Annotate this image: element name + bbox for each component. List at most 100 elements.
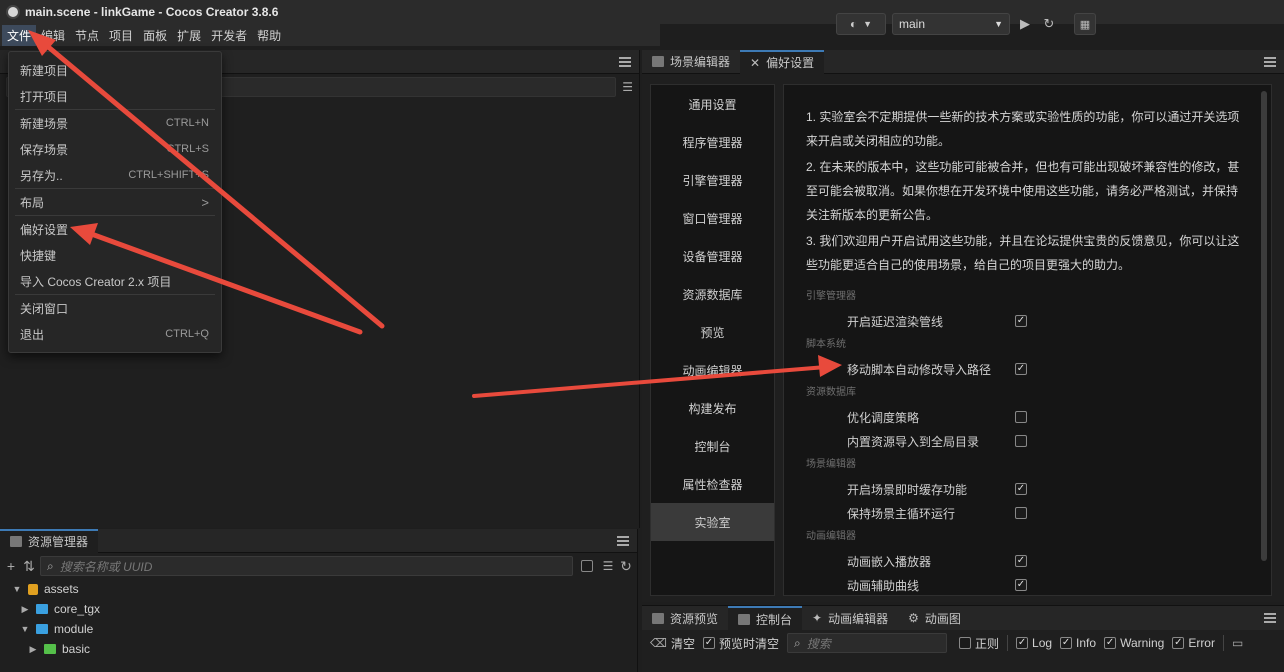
tab-animation-graph[interactable]: ⚙ 动画图 xyxy=(898,606,971,630)
log-checkbox[interactable]: ✓ xyxy=(1016,637,1029,649)
chevron-down-icon[interactable]: ▼ xyxy=(20,624,30,634)
option-builtin-global-import: 内置资源导入到全局目录 xyxy=(806,429,1249,453)
log-filter[interactable]: ✓ Log xyxy=(1016,636,1052,650)
menu-item-label: 导入 Cocos Creator 2.x 项目 xyxy=(20,274,172,289)
scrollbar[interactable] xyxy=(1261,91,1267,561)
nav-laboratory[interactable]: 实验室 xyxy=(651,503,774,541)
option-auto-fix-import-path: 移动脚本自动修改导入路径 ✓ xyxy=(806,357,1249,381)
auxiliary-curve-checkbox[interactable]: ✓ xyxy=(1015,579,1027,591)
play-icon[interactable]: ▶ xyxy=(1016,13,1034,35)
panel-menu-icon[interactable] xyxy=(1264,613,1276,623)
regex-checkbox[interactable] xyxy=(959,637,971,649)
nav-engine-manager[interactable]: 引擎管理器 xyxy=(651,161,774,199)
menu-new-project[interactable]: 新建项目 xyxy=(9,57,221,83)
filter-checkbox[interactable] xyxy=(581,560,593,572)
lab-note-2: 2. 在未来的版本中，这些功能可能被合并，但也有可能出现破坏兼容性的修改，甚至可… xyxy=(806,160,1240,222)
menu-quit[interactable]: 退出 CTRL+Q xyxy=(9,321,221,347)
menu-close-window[interactable]: 关闭窗口 xyxy=(9,295,221,321)
info-checkbox[interactable]: ✓ xyxy=(1060,637,1073,649)
filter-label: Log xyxy=(1032,636,1053,650)
sort-icon[interactable]: ⇅ xyxy=(22,558,36,575)
tab-assets[interactable]: 资源管理器 xyxy=(0,528,99,553)
nav-asset-db[interactable]: 资源数据库 xyxy=(651,275,774,313)
menu-edit[interactable]: 编辑 xyxy=(36,25,70,46)
console-search-input[interactable]: ⌕ 搜索 xyxy=(787,633,947,653)
tab-console[interactable]: 控制台 xyxy=(728,606,803,630)
nav-console[interactable]: 控制台 xyxy=(651,427,774,465)
option-auxiliary-curve: 动画辅助曲线 ✓ xyxy=(806,573,1249,595)
menu-file[interactable]: 文件 xyxy=(2,24,37,46)
embedded-player-checkbox[interactable]: ✓ xyxy=(1015,555,1027,567)
regex-toggle[interactable]: 正则 xyxy=(959,635,999,652)
tree-item-basic[interactable]: ▶ basic xyxy=(12,639,637,659)
warning-filter[interactable]: ✓ Warning xyxy=(1104,636,1164,650)
collapse-icon[interactable]: ☰ xyxy=(601,559,615,573)
nav-inspector[interactable]: 属性检查器 xyxy=(651,465,774,503)
panel-menu-icon[interactable] xyxy=(619,56,631,67)
panel-menu-icon[interactable] xyxy=(617,535,629,546)
refresh-icon[interactable]: ↻ xyxy=(619,558,633,575)
tab-scene-editor[interactable]: 场景编辑器 xyxy=(642,50,740,74)
nav-program-manager[interactable]: 程序管理器 xyxy=(651,123,774,161)
refresh-icon[interactable]: ↻ xyxy=(1040,13,1058,35)
preview-clear-checkbox[interactable]: ✓ xyxy=(702,637,715,649)
submenu-chevron-icon: > xyxy=(201,194,209,210)
optimize-scheduling-checkbox[interactable] xyxy=(1015,411,1027,423)
copy-icon[interactable]: ▭ xyxy=(1232,636,1243,650)
toggle-label: 正则 xyxy=(975,636,1000,651)
tab-preferences[interactable]: ✕ 偏好设置 xyxy=(740,49,825,74)
qrcode-icon[interactable]: ▦ xyxy=(1074,13,1096,35)
menu-save-as[interactable]: 另存为.. CTRL+SHIFT+S xyxy=(9,162,221,188)
menu-node[interactable]: 节点 xyxy=(70,25,104,46)
info-filter[interactable]: ✓ Info xyxy=(1060,636,1096,650)
menu-import-2x[interactable]: 导入 Cocos Creator 2.x 项目 xyxy=(9,268,221,294)
menu-help[interactable]: 帮助 xyxy=(252,25,286,46)
menu-developer[interactable]: 开发者 xyxy=(206,25,252,46)
tab-asset-preview[interactable]: 资源预览 xyxy=(642,606,728,630)
nav-window-manager[interactable]: 窗口管理器 xyxy=(651,199,774,237)
scene-select[interactable]: main ▼ xyxy=(892,13,1010,35)
scene-instant-cache-checkbox[interactable]: ✓ xyxy=(1015,483,1027,495)
right-tabbar: 场景编辑器 ✕ 偏好设置 xyxy=(642,49,1284,74)
assets-panel: 资源管理器 + ⇅ ⌕ 搜索名称或 UUID ☰ ↻ ▼ assets ▶ co… xyxy=(0,528,638,672)
tree-item-module[interactable]: ▼ module xyxy=(12,619,637,639)
error-checkbox[interactable]: ✓ xyxy=(1172,637,1185,649)
nav-animation-editor[interactable]: 动画编辑器 xyxy=(651,351,774,389)
tab-label: 资源预览 xyxy=(670,611,719,626)
add-icon[interactable]: + xyxy=(4,558,18,574)
preview-clear-toggle[interactable]: ✓ 预览时清空 xyxy=(702,635,779,652)
menu-preferences[interactable]: 偏好设置 xyxy=(9,216,221,242)
nav-build[interactable]: 构建发布 xyxy=(651,389,774,427)
deferred-pipeline-checkbox[interactable]: ✓ xyxy=(1015,315,1027,327)
menu-save-scene[interactable]: 保存场景 CTRL+S xyxy=(9,136,221,162)
chevron-down-icon[interactable]: ▼ xyxy=(12,584,22,594)
builtin-global-import-checkbox[interactable] xyxy=(1015,435,1027,447)
nav-preview[interactable]: 预览 xyxy=(651,313,774,351)
error-filter[interactable]: ✓ Error xyxy=(1172,636,1215,650)
menu-new-scene[interactable]: 新建场景 CTRL+N xyxy=(9,110,221,136)
tree-item-assets[interactable]: ▼ assets xyxy=(12,579,637,599)
menu-panel[interactable]: 面板 xyxy=(138,25,172,46)
menu-item-label: 偏好设置 xyxy=(20,222,69,237)
menu-extension[interactable]: 扩展 xyxy=(172,25,206,46)
platform-select[interactable]: ◐ ▼ xyxy=(836,13,886,35)
tab-animation-editor[interactable]: ✦ 动画编辑器 xyxy=(802,606,898,630)
menu-project[interactable]: 项目 xyxy=(104,25,138,46)
menu-shortcuts[interactable]: 快捷键 xyxy=(9,242,221,268)
menu-layout[interactable]: 布局 > xyxy=(9,189,221,215)
nav-general[interactable]: 通用设置 xyxy=(651,85,774,123)
menu-open-project[interactable]: 打开项目 xyxy=(9,83,221,109)
warning-checkbox[interactable]: ✓ xyxy=(1104,637,1117,649)
nav-device-manager[interactable]: 设备管理器 xyxy=(651,237,774,275)
keep-main-loop-checkbox[interactable] xyxy=(1015,507,1027,519)
chevron-right-icon[interactable]: ▶ xyxy=(20,604,30,615)
panel-menu-icon[interactable] xyxy=(1264,56,1276,67)
clear-button[interactable]: ⌫ 清空 xyxy=(650,635,695,652)
tree-label: assets xyxy=(44,582,79,596)
sort-icon[interactable]: ☰ xyxy=(622,80,633,94)
menu-shortcut: CTRL+S xyxy=(166,143,210,155)
tree-item-core-tgx[interactable]: ▶ core_tgx xyxy=(12,599,637,619)
chevron-right-icon[interactable]: ▶ xyxy=(28,644,38,655)
auto-fix-import-path-checkbox[interactable]: ✓ xyxy=(1015,363,1027,375)
assets-search-input[interactable]: ⌕ 搜索名称或 UUID xyxy=(40,556,573,576)
